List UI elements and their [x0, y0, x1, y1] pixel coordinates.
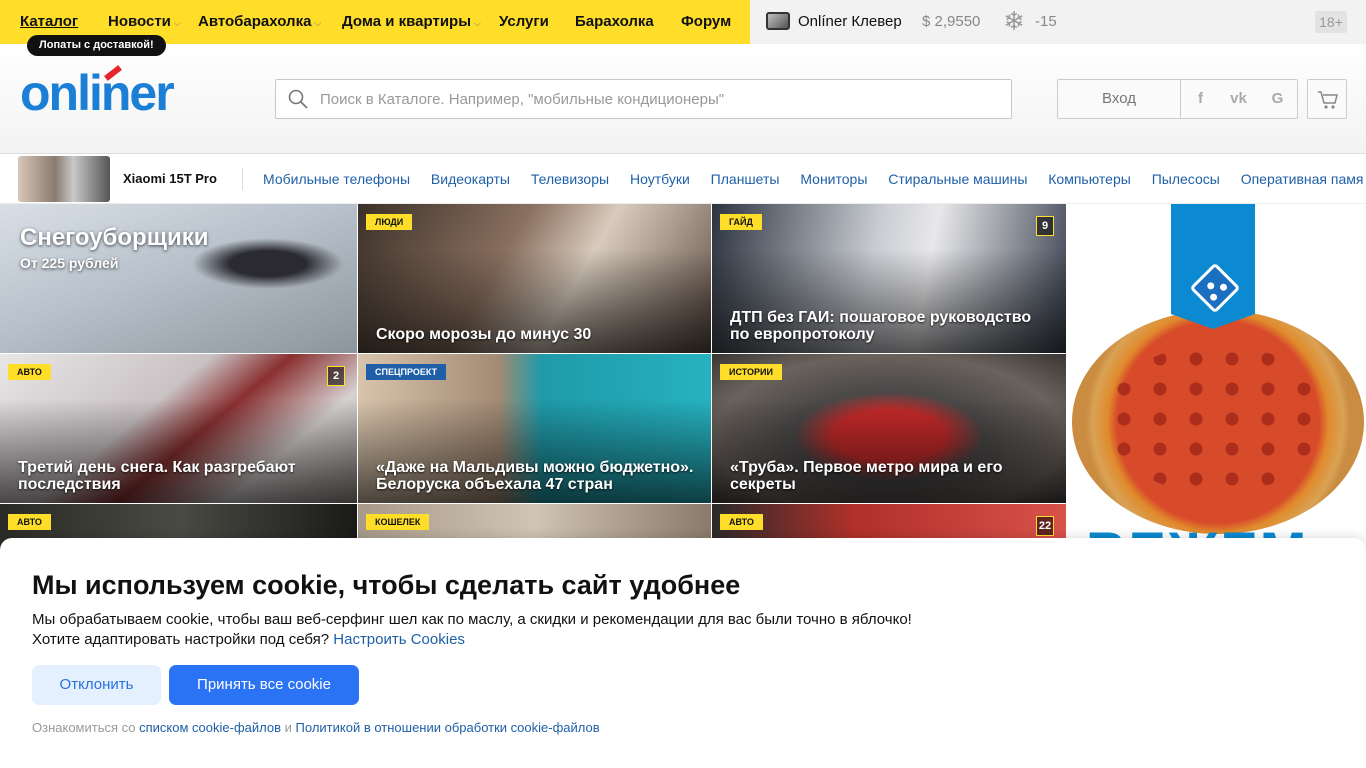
news-tag: Кошелек — [366, 514, 430, 530]
age-badge: 18+ — [1315, 11, 1347, 33]
chevron-down-icon: ⌵ — [173, 18, 181, 28]
cookie-question: Хотите адаптировать настройки под себя? — [32, 631, 330, 648]
google-icon[interactable]: G — [1258, 79, 1298, 119]
category-link[interactable]: Пылесосы — [1152, 171, 1220, 187]
nav-realty-label: Дома и квартиры — [342, 13, 472, 30]
divider — [242, 168, 243, 190]
clever-card-icon[interactable] — [766, 12, 790, 30]
category-bar: Xiaomi 15T Pro Мобильные телефоны Видеок… — [0, 154, 1366, 204]
news-title: ДТП без ГАИ: пошаговое руководство по ев… — [730, 309, 1032, 343]
nav-news-label: Новости — [108, 13, 171, 30]
currency-rate[interactable]: $ 2,9550 — [922, 13, 980, 30]
phone-promo-title[interactable]: Xiaomi 15T Pro — [123, 171, 217, 186]
cookie-title: Мы используем cookie, чтобы сделать сайт… — [32, 570, 741, 600]
cookie-text: Мы обрабатываем cookie, чтобы ваш веб-се… — [32, 611, 912, 628]
cookie-text-2: Хотите адаптировать настройки под себя? … — [32, 631, 465, 648]
news-tag: Люди — [366, 214, 413, 230]
nav-baraholka[interactable]: Барахолка — [575, 0, 654, 44]
nav-auto[interactable]: Автобарахолка ⌵ — [198, 0, 321, 44]
chevron-down-icon: ⌵ — [474, 18, 481, 28]
news-tag: Истории — [720, 364, 782, 380]
category-link[interactable]: Планшеты — [711, 171, 780, 187]
phone-promo-image[interactable] — [18, 156, 110, 202]
news-tile[interactable]: Люди Скоро морозы до минус 30 — [358, 204, 711, 353]
news-tag: Авто — [8, 364, 51, 380]
category-link[interactable]: Мобильные телефоны — [263, 171, 410, 187]
news-tag: Спецпроект — [366, 364, 447, 380]
category-link[interactable]: Видеокарты — [431, 171, 510, 187]
clever-link[interactable]: Onlíner Клевер — [798, 13, 902, 30]
news-title: Третий день снега. Как разгребают послед… — [18, 459, 296, 493]
cookie-footer-and: и — [284, 720, 292, 735]
category-link[interactable]: Компьютеры — [1048, 171, 1131, 187]
search-input[interactable] — [320, 80, 1000, 118]
cookie-list-link[interactable]: списком cookie-файлов — [139, 720, 281, 735]
category-link[interactable]: Стиральные машины — [888, 171, 1027, 187]
comment-count-badge: 22 — [1036, 516, 1054, 536]
category-links: Мобильные телефоны Видеокарты Телевизоры… — [263, 171, 1366, 187]
temperature[interactable]: -15 — [1035, 13, 1057, 30]
news-tag: Авто — [8, 514, 51, 530]
news-title: «Даже на Мальдивы можно бюджетно». Белор… — [376, 459, 694, 493]
cart-icon — [1318, 91, 1338, 109]
comment-count-badge: 9 — [1036, 216, 1054, 236]
category-link[interactable]: Ноутбуки — [630, 171, 690, 187]
chevron-down-icon: ⌵ — [314, 18, 322, 28]
search-icon — [288, 89, 308, 109]
news-title: Скоро морозы до минус 30 — [376, 326, 592, 343]
cookie-banner: Мы используем cookie, чтобы сделать сайт… — [0, 538, 1366, 768]
pizza-toppings — [1106, 344, 1326, 494]
category-link[interactable]: Оперативная памя — [1241, 171, 1364, 187]
advertisement[interactable]: ВЕЖЕМ — [1066, 204, 1366, 538]
nav-forum[interactable]: Форум — [681, 0, 731, 44]
category-link[interactable]: Мониторы — [800, 171, 867, 187]
nav-realty[interactable]: Дома и квартиры ⌵ — [342, 0, 481, 44]
vk-icon[interactable]: vk — [1219, 79, 1259, 119]
facebook-icon[interactable]: f — [1181, 79, 1221, 119]
cookie-footer: Ознакомиться со списком cookie-файлов и … — [32, 720, 600, 735]
news-tile[interactable]: Спецпроект «Даже на Мальдивы можно бюдже… — [358, 354, 711, 503]
decline-button[interactable]: Отклонить — [32, 665, 161, 705]
nav-auto-label: Автобарахолка — [198, 13, 312, 30]
search-box[interactable] — [275, 79, 1012, 119]
login-button[interactable]: Вход — [1057, 79, 1181, 119]
category-link[interactable]: Телевизоры — [531, 171, 609, 187]
ad-headline: ВЕЖЕМ — [1086, 519, 1308, 538]
news-tag: Авто — [720, 514, 763, 530]
hero-subtitle: От 225 рублей — [20, 255, 119, 271]
news-title: «Труба». Первое метро мира и его секреты — [730, 459, 1003, 493]
snowflake-icon[interactable]: ❄ — [1000, 7, 1028, 35]
top-bar: Каталог Новости ⌵ Автобарахолка ⌵ Дома и к… — [0, 0, 1366, 44]
header: onliner Вход f vk G — [0, 44, 1366, 154]
news-tile[interactable]: Истории «Труба». Первое метро мира и его… — [712, 354, 1066, 503]
cookie-settings-link[interactable]: Настроить Cookies — [333, 631, 465, 648]
news-tile[interactable]: Гайд 9 ДТП без ГАИ: пошаговое руководств… — [712, 204, 1066, 353]
promo-pill[interactable]: Лопаты с доставкой! — [27, 35, 166, 56]
hero-tile[interactable]: Снегоуборщики От 225 рублей — [0, 204, 357, 353]
hero-title: Снегоуборщики — [20, 224, 209, 251]
news-tag: Гайд — [720, 214, 762, 230]
news-tile[interactable]: Авто 2 Третий день снега. Как разгребают… — [0, 354, 357, 503]
cart-button[interactable] — [1307, 79, 1347, 119]
nav-services[interactable]: Услуги — [499, 0, 549, 44]
cookie-policy-link[interactable]: Политикой в отношении обработки cookie-ф… — [296, 720, 600, 735]
comment-count-badge: 2 — [327, 366, 345, 386]
accept-all-button[interactable]: Принять все cookie — [169, 665, 359, 705]
cookie-footer-pre: Ознакомиться со — [32, 720, 136, 735]
